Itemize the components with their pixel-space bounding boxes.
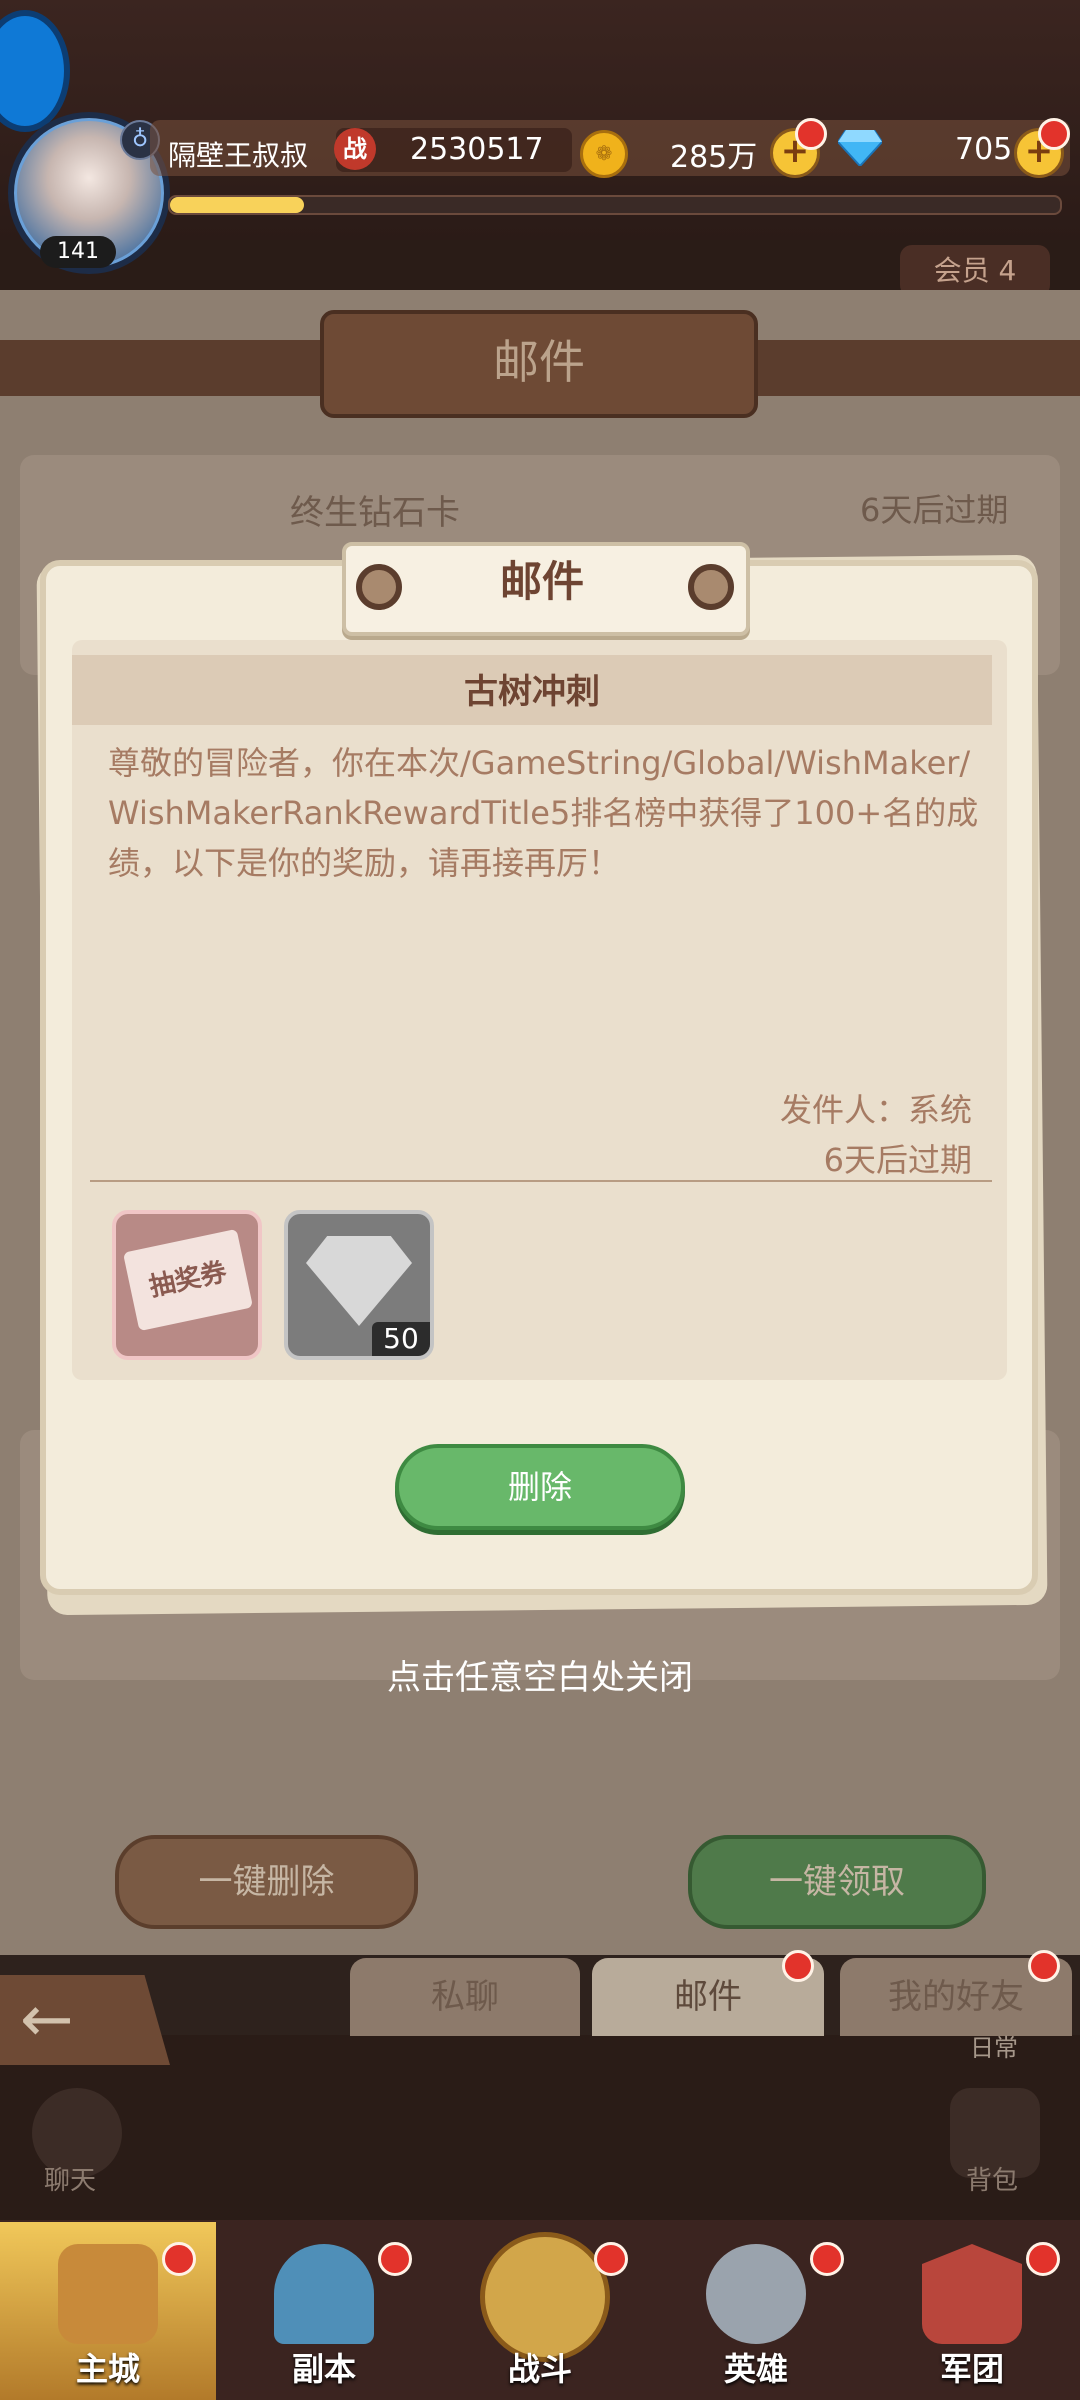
portal-icon (274, 2244, 374, 2344)
nav-label: 副本 (291, 2350, 356, 2388)
power-icon: 战 (334, 128, 376, 170)
claim-all-button[interactable]: 一键领取 (688, 1835, 986, 1929)
chat-label: 聊天 (44, 2166, 97, 2196)
nav-label: 主城 (75, 2350, 140, 2388)
xp-bar-fill (170, 197, 304, 213)
mail-screen-title: 邮件 (320, 310, 758, 418)
tab-private-chat[interactable]: 私聊 (350, 1958, 580, 2036)
mail-item-expire: 6天后过期 (860, 491, 1009, 529)
nav-label: 战斗 (507, 2350, 572, 2388)
mail-item-title: 终生钻石卡 (290, 493, 460, 533)
dialog-title: 邮件 (499, 557, 584, 606)
nav-label: 军团 (939, 2350, 1004, 2388)
bag-label: 背包 (966, 2166, 1019, 2196)
back-arrow-icon[interactable]: ← (0, 1975, 170, 2065)
notification-dot (810, 2242, 844, 2276)
delete-button[interactable]: 删除 (395, 1444, 685, 1530)
nav-home[interactable]: 主城 (0, 2222, 216, 2400)
mail-expire: 6天后过期 (823, 1141, 972, 1179)
mail-sender: 发件人：系统 (779, 1091, 972, 1129)
sword-icon (480, 2232, 610, 2362)
nav-heroes[interactable]: 英雄 (648, 2222, 864, 2400)
power-value: 2530517 (410, 132, 544, 167)
diamond-icon (838, 130, 882, 166)
notification-dot (594, 2242, 628, 2276)
player-level: 141 (40, 236, 116, 268)
reward-count: 50 (372, 1322, 430, 1356)
delete-all-button[interactable]: 一键删除 (115, 1835, 418, 1929)
close-hint: 点击任意空白处关闭 (387, 1658, 693, 1698)
notification-dot (795, 118, 827, 150)
notification-dot (1026, 2242, 1060, 2276)
gems-value: 705 (955, 132, 1013, 167)
notification-dot (162, 2242, 196, 2276)
notification-dot (1028, 1950, 1060, 1982)
player-name: 隔壁王叔叔 (168, 139, 309, 172)
castle-icon (58, 2244, 158, 2344)
notification-dot (782, 1950, 814, 1982)
notification-dot (1038, 118, 1070, 150)
notification-dot (378, 2242, 412, 2276)
divider (90, 1180, 992, 1182)
knight-helmet-icon (706, 2244, 806, 2344)
nav-legion[interactable]: 军团 (864, 2222, 1080, 2400)
gold-coin-icon: ❁ (580, 130, 628, 178)
nav-battle[interactable]: 战斗 (432, 2222, 648, 2400)
mail-subject: 古树冲刺 (464, 672, 600, 712)
mail-body: 尊敬的冒险者，你在本次/GameString/Global/WishMaker/… (108, 744, 979, 882)
daily-label: 日常 (970, 2034, 1018, 2062)
gold-value: 285万 (670, 140, 758, 175)
shield-icon (922, 2244, 1022, 2344)
nav-dungeon[interactable]: 副本 (216, 2222, 432, 2400)
nav-label: 英雄 (723, 2350, 788, 2388)
